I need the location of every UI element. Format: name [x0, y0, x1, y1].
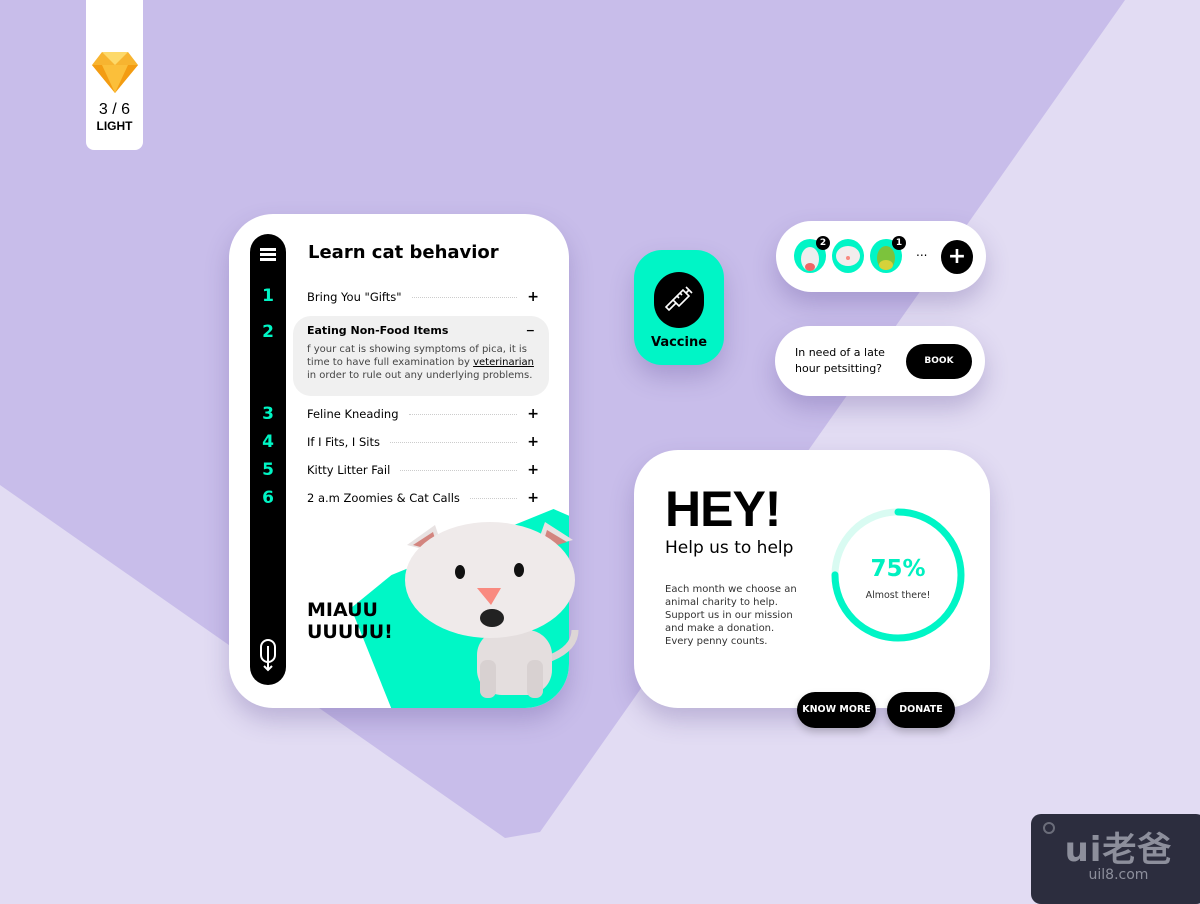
- number-rail: 1 2 3 4 5 6: [250, 234, 286, 685]
- progress-caption: Almost there!: [865, 590, 931, 601]
- item-label: Bring You "Gifts": [307, 290, 402, 304]
- pet-badge: 1: [892, 236, 906, 250]
- plus-icon[interactable]: +: [527, 490, 539, 506]
- minus-icon[interactable]: −: [526, 324, 535, 337]
- watermark: ui老爸 uil8.com: [1031, 814, 1200, 904]
- hamburger-menu-icon[interactable]: [260, 248, 276, 261]
- donation-card: HEY! Help us to help Each month we choos…: [634, 450, 990, 708]
- item-number: 4: [262, 432, 274, 452]
- plus-icon[interactable]: +: [527, 434, 539, 450]
- background-shape: [0, 0, 1125, 838]
- donation-title: HEY!: [665, 481, 781, 537]
- donate-button[interactable]: DONATE: [887, 692, 955, 728]
- add-pet-button[interactable]: +: [941, 240, 973, 274]
- vaccine-label: Vaccine: [650, 335, 708, 350]
- progress-value: 75%: [870, 556, 926, 582]
- item-label: Eating Non-Food Items: [307, 324, 449, 337]
- petsitting-question: In need of a late hour petsitting?: [795, 346, 885, 375]
- page-tag: 3 / 6 LIGHT: [86, 0, 143, 150]
- donation-description: Each month we choose an animal charity t…: [665, 584, 797, 647]
- syringe-icon: [664, 286, 693, 312]
- cat-illustration: [405, 522, 579, 698]
- miau-text: MIAUU UUUUU!: [307, 599, 393, 643]
- accordion-item[interactable]: If I Fits, I Sits +: [307, 434, 539, 450]
- accordion-item[interactable]: Kitty Litter Fail +: [307, 462, 539, 478]
- more-indicator[interactable]: ...: [916, 245, 927, 259]
- accordion-item[interactable]: Feline Kneading +: [307, 406, 539, 422]
- petsitting-card: In need of a late hour petsitting? BOOK: [775, 326, 985, 396]
- veterinarian-link[interactable]: veterinarian: [473, 357, 534, 368]
- theme-mode: LIGHT: [96, 119, 133, 133]
- watermark-url: uil8.com: [1088, 867, 1149, 883]
- item-label: If I Fits, I Sits: [307, 435, 380, 449]
- page-number: 3 / 6: [98, 101, 131, 118]
- watermark-logo: ui老爸: [1064, 830, 1173, 870]
- plus-icon[interactable]: +: [527, 462, 539, 478]
- scroll-mouse-icon[interactable]: [259, 638, 277, 672]
- item-number: 3: [262, 404, 274, 424]
- pet-avatar-cat[interactable]: [832, 239, 864, 273]
- card-title: Learn cat behavior: [308, 242, 499, 263]
- item-label: Kitty Litter Fail: [307, 463, 391, 477]
- item-label: Feline Kneading: [307, 407, 399, 421]
- item-number: 2: [262, 322, 274, 342]
- pets-card: 2 1 ... +: [776, 221, 986, 292]
- item-number: 1: [262, 286, 274, 306]
- book-button[interactable]: BOOK: [906, 344, 972, 379]
- item-number: 5: [262, 460, 274, 480]
- know-more-button[interactable]: KNOW MORE: [797, 692, 876, 728]
- item-body: f your cat is showing symptoms of pica, …: [307, 344, 534, 381]
- sketch-diamond-icon: [91, 52, 138, 93]
- pet-badge: 2: [816, 236, 830, 250]
- accordion-item-expanded[interactable]: Eating Non-Food Items − f your cat is sho…: [293, 316, 549, 396]
- plus-icon[interactable]: +: [527, 289, 539, 305]
- item-label: 2 a.m Zoomies & Cat Calls: [307, 491, 460, 505]
- syringe-icon-container: [654, 272, 704, 328]
- donation-subtitle: Help us to help: [665, 538, 794, 558]
- plus-icon[interactable]: +: [527, 406, 539, 422]
- item-number: 6: [262, 488, 274, 508]
- vaccine-button[interactable]: Vaccine: [634, 250, 724, 365]
- accordion-item[interactable]: 2 a.m Zoomies & Cat Calls +: [307, 490, 539, 506]
- accordion-item[interactable]: Bring You "Gifts" +: [307, 289, 539, 305]
